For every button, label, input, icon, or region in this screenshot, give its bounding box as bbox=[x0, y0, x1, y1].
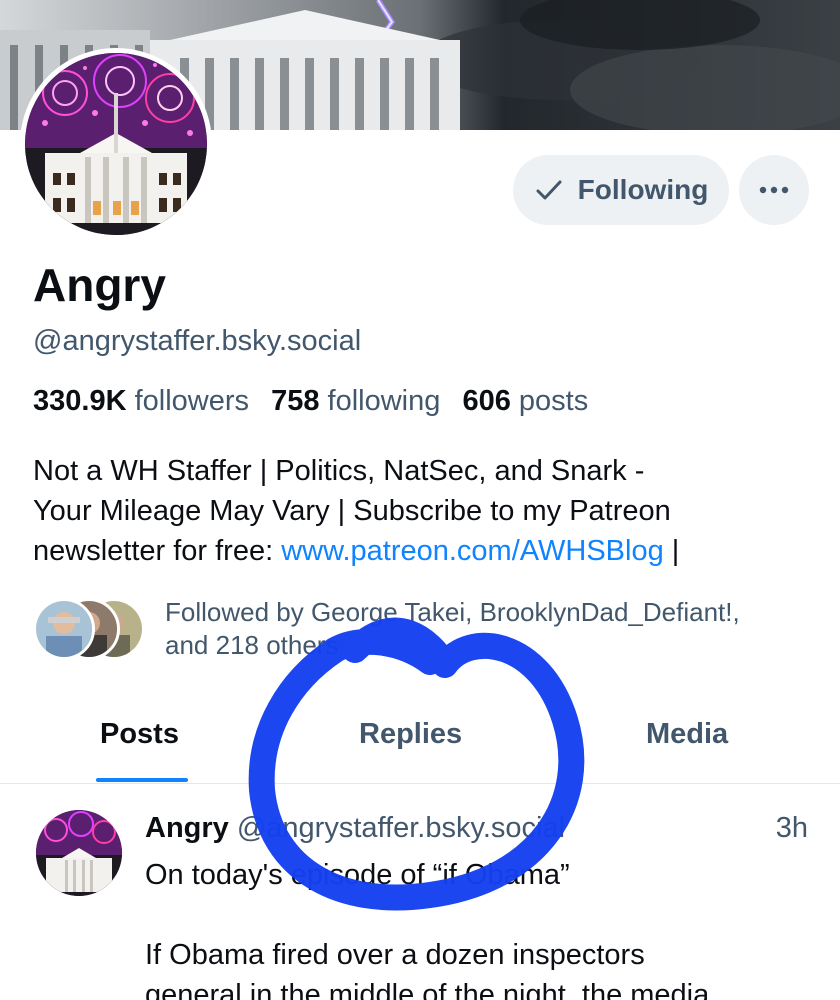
white-house-fireworks-image bbox=[36, 810, 122, 896]
display-name: Angry bbox=[33, 259, 166, 311]
post-author-handle[interactable]: @angrystaffer.bsky.social bbox=[237, 812, 565, 844]
posts-stat: 606 posts bbox=[462, 385, 588, 417]
followers-label: followers bbox=[134, 385, 250, 417]
post-body: On today's episode of “if Obama” If Obam… bbox=[145, 859, 710, 1000]
profile-avatar[interactable] bbox=[20, 48, 212, 240]
patreon-link[interactable]: www.patreon.com/AWHSBlog bbox=[281, 535, 664, 567]
post-author-avatar[interactable] bbox=[36, 810, 122, 896]
bio-line: Not a WH Staffer | Politics, NatSec, and… bbox=[33, 455, 645, 487]
posts-label: posts bbox=[518, 385, 589, 417]
post-header: Angry @angrystaffer.bsky.social bbox=[145, 812, 565, 845]
more-options-button[interactable] bbox=[739, 155, 809, 225]
following-button[interactable]: Following bbox=[513, 155, 729, 225]
check-icon bbox=[536, 180, 562, 200]
followers-stat[interactable]: 330.9K followers bbox=[33, 385, 249, 417]
tab-posts[interactable]: Posts bbox=[100, 718, 179, 751]
following-button-label: Following bbox=[577, 174, 709, 205]
profile-tabs: Posts Replies Media bbox=[0, 700, 840, 784]
following-count: 758 bbox=[271, 385, 320, 417]
bio-text: newsletter for free: bbox=[33, 535, 282, 567]
post-author-name[interactable]: Angry bbox=[145, 812, 229, 844]
follower-avatar bbox=[33, 598, 95, 660]
post-timestamp[interactable]: 3h bbox=[776, 812, 808, 845]
profile-bio: Not a WH Staffer | Politics, NatSec, and… bbox=[33, 451, 813, 571]
profile-stats: 330.9K followers 758 following 606 posts bbox=[33, 385, 588, 418]
tab-media[interactable]: Media bbox=[646, 718, 728, 751]
posts-count: 606 bbox=[462, 385, 511, 417]
bio-line: newsletter for free: www.patreon.com/AWH… bbox=[33, 531, 813, 571]
profile-handle: @angrystaffer.bsky.social bbox=[33, 325, 362, 357]
active-tab-indicator bbox=[96, 778, 188, 782]
following-label: following bbox=[327, 385, 441, 417]
bio-line: Your Mileage May Vary | Subscribe to my … bbox=[33, 495, 671, 527]
followed-by-text[interactable]: Followed by George Takei, BrooklynDad_De… bbox=[165, 596, 825, 662]
white-house-fireworks-image bbox=[25, 53, 207, 235]
tab-replies[interactable]: Replies bbox=[359, 718, 462, 751]
ellipsis-icon bbox=[759, 186, 789, 194]
bio-text: | bbox=[663, 535, 680, 567]
followers-count: 330.9K bbox=[33, 385, 127, 417]
followed-by-line: and 218 others bbox=[165, 630, 339, 660]
followed-by-avatars[interactable] bbox=[33, 598, 145, 662]
followed-by-line: Followed by George Takei, BrooklynDad_De… bbox=[165, 597, 740, 627]
following-stat[interactable]: 758 following bbox=[271, 385, 440, 417]
